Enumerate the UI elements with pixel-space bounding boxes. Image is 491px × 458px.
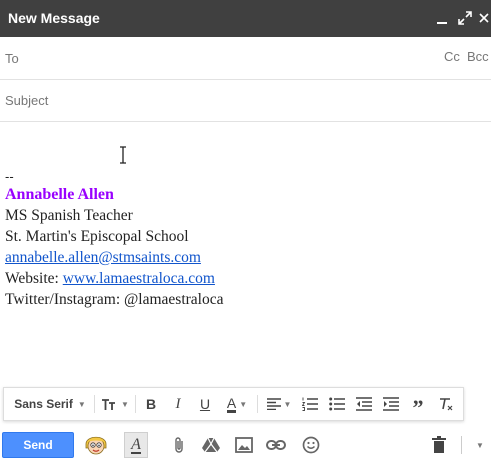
indent-less-button[interactable]	[352, 388, 376, 420]
bold-button[interactable]: B	[139, 388, 163, 420]
cc-link[interactable]: Cc	[444, 49, 460, 64]
remove-formatting-icon	[440, 398, 453, 411]
underline-icon: U	[199, 396, 211, 412]
minimize-icon[interactable]	[432, 7, 452, 29]
bcc-link[interactable]: Bcc	[467, 49, 489, 64]
formatting-icon: A	[131, 435, 141, 454]
drive-icon	[202, 437, 220, 453]
subject-placeholder: Subject	[5, 93, 49, 108]
text-size-icon	[102, 399, 116, 410]
align-button[interactable]: ▼	[262, 388, 296, 420]
formatting-toolbar: Sans Serif ▼ ▼ B I U A ▼ ▼ ”	[3, 387, 464, 421]
indent-more-button[interactable]	[379, 388, 403, 420]
signature-school: St. Martin's Episcopal School	[5, 228, 189, 245]
formatting-options-button[interactable]: A	[124, 432, 148, 458]
bulleted-list-icon	[329, 397, 345, 411]
paperclip-icon	[175, 437, 183, 453]
font-size-button[interactable]: ▼	[98, 388, 132, 420]
signature-email-link[interactable]: annabelle.allen@stmsaints.com	[5, 249, 201, 266]
font-family-select[interactable]: Sans Serif ▼	[10, 388, 90, 420]
insert-link-button[interactable]	[265, 434, 287, 456]
website-link[interactable]: www.lamaestraloca.com	[63, 270, 215, 287]
italic-button[interactable]: I	[166, 388, 190, 420]
indent-more-icon	[383, 397, 399, 411]
chevron-down-icon: ▼	[121, 399, 129, 409]
text-color-icon: A	[226, 394, 237, 413]
send-button[interactable]: Send	[2, 432, 74, 458]
compose-action-bar: Send A ▼	[0, 426, 491, 458]
close-icon[interactable]	[477, 7, 491, 29]
compose-title-bar[interactable]: New Message	[0, 0, 491, 37]
fullscreen-icon[interactable]	[455, 7, 475, 29]
insert-photo-button[interactable]	[233, 434, 255, 456]
underline-button[interactable]: U	[193, 388, 217, 420]
chevron-down-icon: ▼	[77, 399, 86, 409]
more-options-button[interactable]: ▼	[472, 434, 488, 456]
align-left-icon	[266, 398, 281, 410]
font-family-label: Sans Serif	[14, 397, 73, 411]
photo-icon	[235, 437, 253, 453]
chevron-down-icon: ▼	[239, 399, 248, 409]
to-label: To	[5, 51, 19, 66]
to-field[interactable]: To Cc Bcc	[0, 37, 491, 80]
numbered-list-icon	[302, 397, 318, 411]
link-icon	[266, 440, 286, 450]
italic-icon: I	[175, 395, 181, 412]
insert-drive-button[interactable]	[200, 434, 222, 456]
quote-icon: ”	[412, 395, 424, 420]
window-title: New Message	[8, 10, 100, 26]
remove-formatting-button[interactable]	[434, 388, 458, 420]
discard-draft-button[interactable]	[428, 434, 450, 456]
bold-icon: B	[145, 396, 157, 412]
signature-social: Twitter/Instagram: @lamaestraloca	[5, 291, 224, 308]
text-color-button[interactable]: A ▼	[220, 388, 254, 420]
trash-icon	[432, 436, 446, 453]
smiley-icon	[302, 436, 320, 454]
bulleted-list-button[interactable]	[325, 388, 349, 420]
indent-less-icon	[356, 397, 372, 411]
chevron-down-icon: ▼	[283, 399, 292, 409]
numbered-list-button[interactable]	[298, 388, 322, 420]
signature-name: Annabelle Allen	[5, 186, 114, 203]
chevron-down-icon: ▼	[476, 440, 484, 450]
emoji-avatar-icon[interactable]	[83, 431, 109, 457]
text-cursor-icon	[117, 146, 129, 164]
quote-button[interactable]: ”	[406, 388, 430, 420]
signature-separator: --	[5, 169, 14, 184]
attach-files-button[interactable]	[168, 434, 190, 456]
subject-field[interactable]: Subject	[0, 80, 491, 122]
message-body[interactable]: -- Annabelle Allen MS Spanish Teacher St…	[5, 170, 223, 310]
signature-title: MS Spanish Teacher	[5, 207, 133, 224]
insert-emoji-button[interactable]	[300, 434, 322, 456]
website-label: Website:	[5, 270, 63, 287]
